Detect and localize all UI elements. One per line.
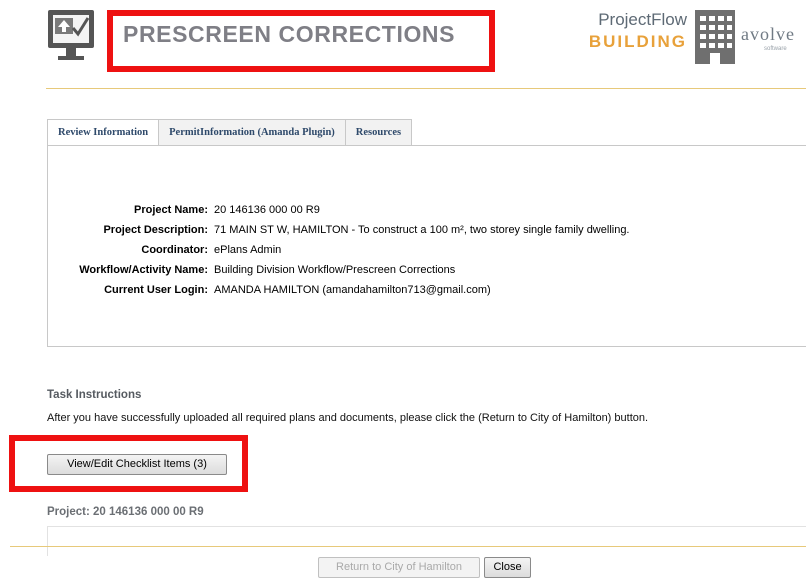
logo-building-text: BUILDING bbox=[588, 32, 687, 51]
field-label: Current User Login: bbox=[104, 284, 208, 296]
header-divider bbox=[46, 88, 806, 89]
logo-projectflow-text: ProjectFlow bbox=[598, 10, 687, 29]
tab-permit-information[interactable]: PermitInformation (Amanda Plugin) bbox=[159, 119, 346, 145]
field-row-workflow-activity: Workflow/Activity Name: Building Divisio… bbox=[48, 260, 630, 280]
return-to-city-button[interactable]: Return to City of Hamilton bbox=[318, 557, 480, 578]
field-label: Workflow/Activity Name: bbox=[79, 264, 208, 276]
field-row-project-name: Project Name: 20 146136 000 00 R9 bbox=[48, 200, 630, 220]
highlight-box-title bbox=[107, 10, 495, 72]
tab-bar: Review Information PermitInformation (Am… bbox=[47, 119, 413, 146]
building-icon bbox=[695, 10, 735, 64]
field-label: Project Description: bbox=[103, 224, 208, 236]
field-row-current-user: Current User Login: AMANDA HAMILTON (ama… bbox=[48, 280, 630, 300]
close-button[interactable]: Close bbox=[484, 557, 531, 578]
avolve-logo-subtext: software bbox=[764, 46, 787, 52]
field-row-coordinator: Coordinator: ePlans Admin bbox=[48, 240, 630, 260]
tab-review-information[interactable]: Review Information bbox=[47, 119, 160, 146]
projectflow-logo: ProjectFlow BUILDING bbox=[565, 10, 687, 52]
field-value: 71 MAIN ST W, HAMILTON - To construct a … bbox=[214, 224, 630, 236]
project-details: Project Name: 20 146136 000 00 R9 Projec… bbox=[48, 200, 630, 300]
checklist-monitor-icon bbox=[48, 10, 94, 60]
field-label: Coordinator: bbox=[141, 244, 208, 256]
field-value: AMANDA HAMILTON (amandahamilton713@gmail… bbox=[214, 284, 491, 296]
project-heading: Project: 20 146136 000 00 R9 bbox=[47, 506, 204, 518]
footer-divider bbox=[10, 546, 806, 547]
field-value: 20 146136 000 00 R9 bbox=[214, 204, 320, 216]
field-row-project-description: Project Description: 71 MAIN ST W, HAMIL… bbox=[48, 220, 630, 240]
task-instructions-heading: Task Instructions bbox=[47, 389, 142, 401]
tab-resources[interactable]: Resources bbox=[345, 119, 413, 145]
field-label: Project Name: bbox=[134, 204, 208, 216]
project-panel bbox=[47, 526, 806, 556]
field-value: Building Division Workflow/Prescreen Cor… bbox=[214, 264, 456, 276]
highlight-box-checklist bbox=[9, 435, 248, 492]
field-value: ePlans Admin bbox=[214, 244, 282, 256]
review-information-panel: Project Name: 20 146136 000 00 R9 Projec… bbox=[47, 145, 806, 347]
avolve-logo: avolve bbox=[741, 24, 795, 44]
task-instructions-text: After you have successfully uploaded all… bbox=[47, 412, 649, 424]
